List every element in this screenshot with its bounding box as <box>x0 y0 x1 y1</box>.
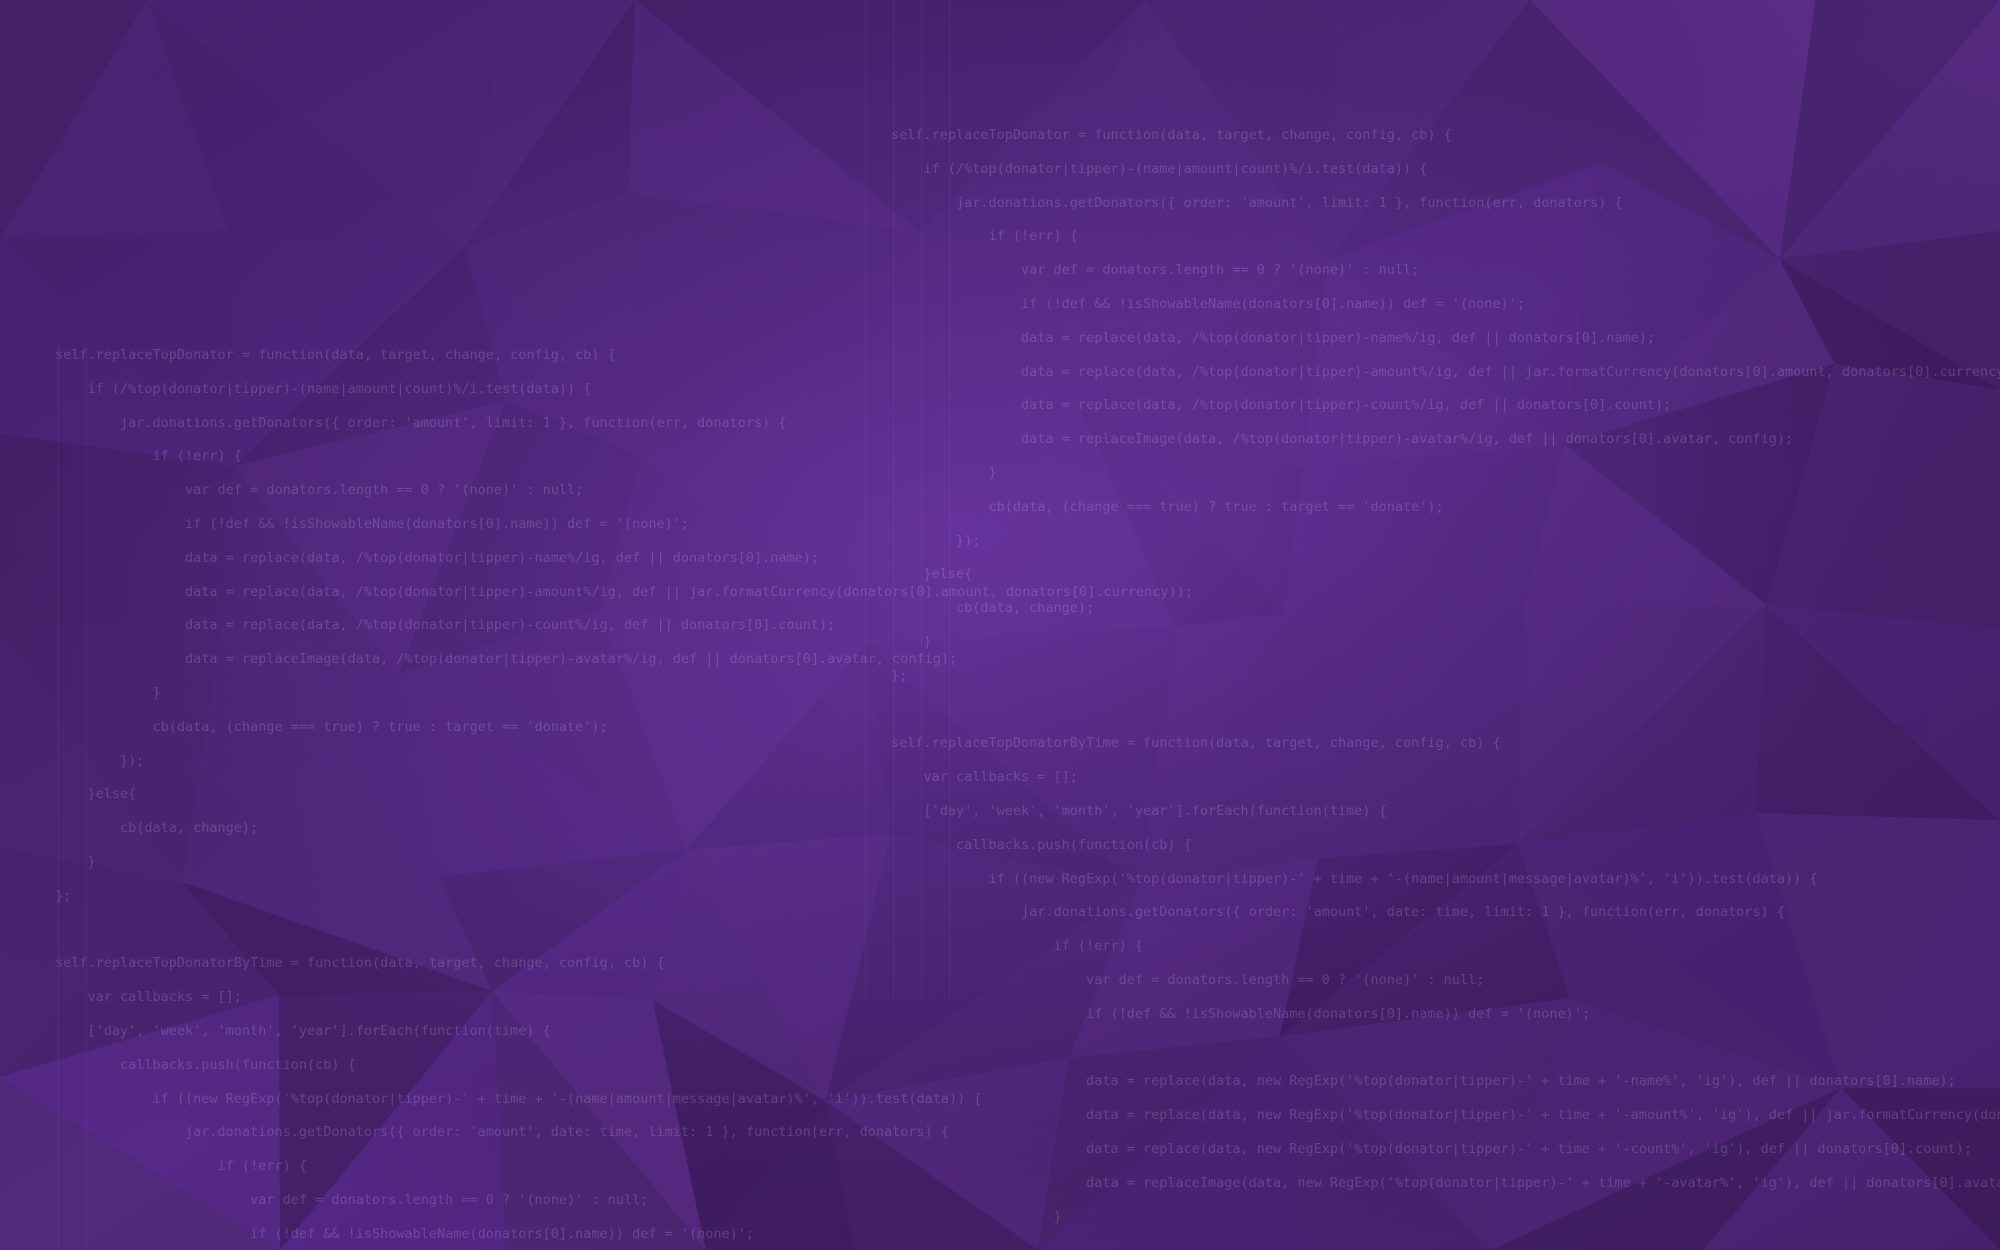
background-vignette <box>0 0 2000 1250</box>
indent-guide <box>865 0 866 1000</box>
indent-guide <box>949 0 950 1000</box>
low-poly-background <box>0 0 2000 1250</box>
indent-guide <box>893 0 894 1000</box>
indent-guide <box>58 340 59 1250</box>
indent-guide <box>921 0 922 1000</box>
indent-guide <box>86 340 87 1250</box>
